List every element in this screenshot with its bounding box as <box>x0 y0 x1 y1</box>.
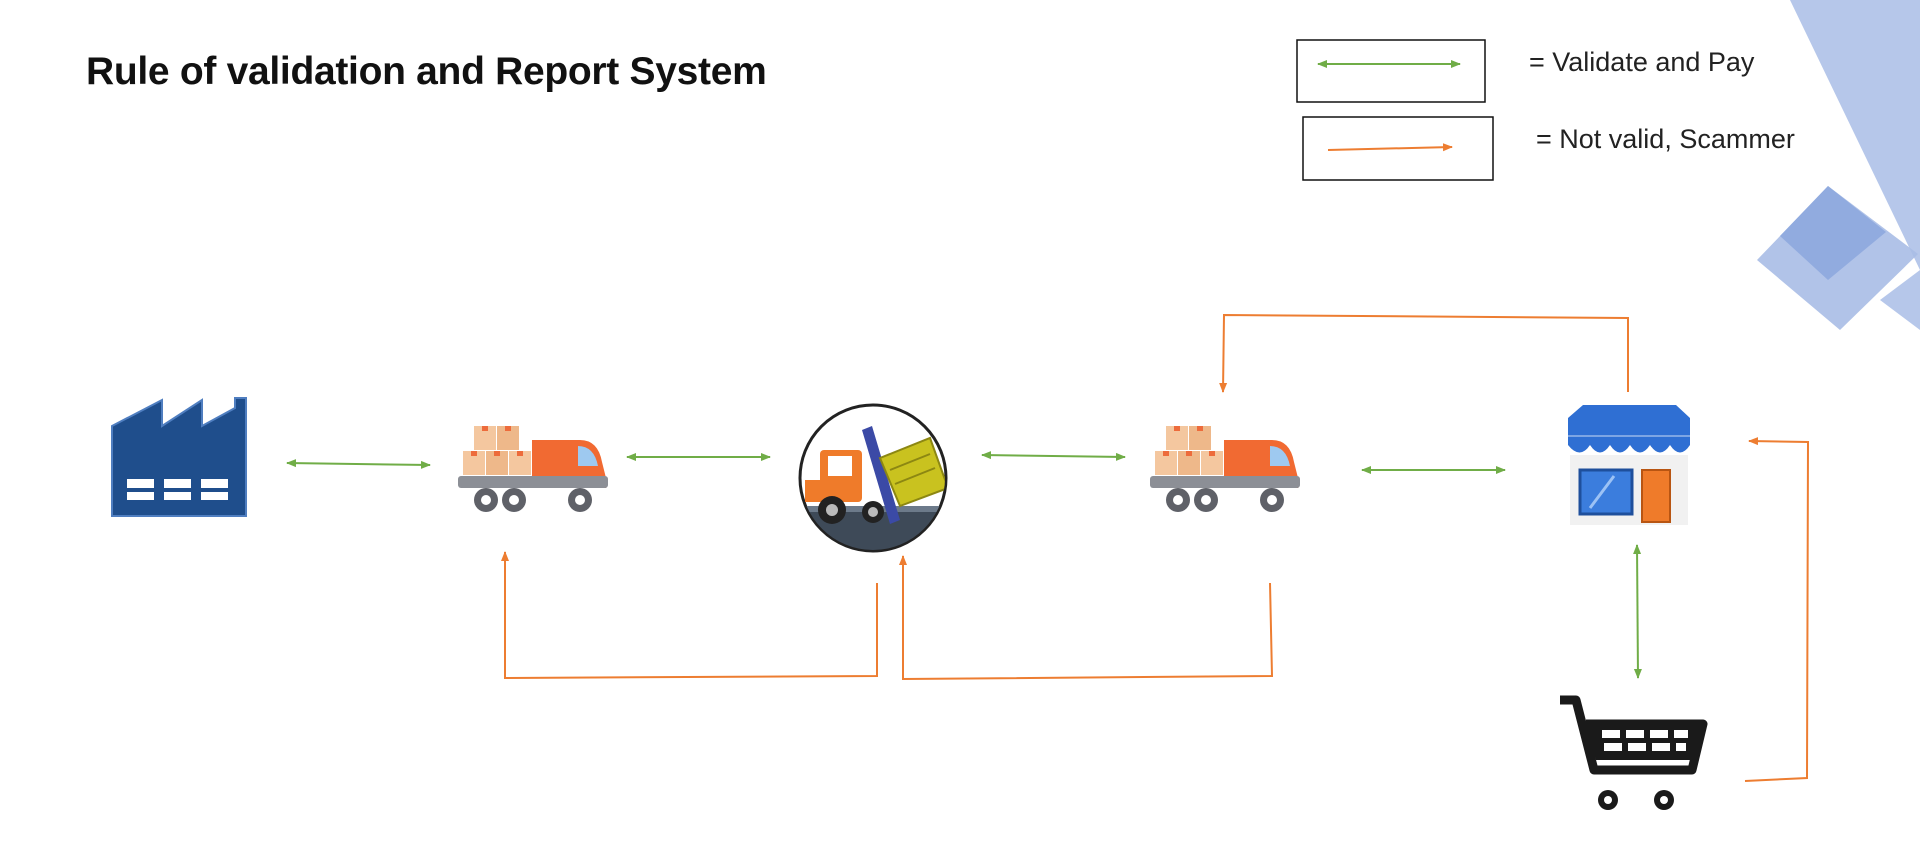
edge-warehouse-truck2 <box>981 451 1126 461</box>
legend-valid-label: = Validate and Pay <box>1529 47 1755 77</box>
truck-icon-1 <box>458 426 608 512</box>
legend <box>1296 39 1494 181</box>
forklift-icon <box>798 403 948 553</box>
shopping-cart-icon <box>1560 695 1708 810</box>
edge-store-cart <box>1633 544 1642 679</box>
truck-icon-2 <box>1150 426 1300 512</box>
edge-factory-truck1 <box>286 459 431 469</box>
legend-invalid-label: = Not valid, Scammer <box>1536 124 1795 154</box>
edge-cart-report-store <box>1744 437 1810 782</box>
edge-truck2-report-warehouse <box>899 555 1274 681</box>
factory-icon <box>111 397 247 517</box>
valid-edges <box>286 451 1642 679</box>
corner-decoration <box>1757 0 1920 330</box>
invalid-edges <box>501 313 1810 782</box>
page-title: Rule of validation and Report System <box>86 50 767 93</box>
storefront-icon <box>1568 405 1690 525</box>
edge-store-report-truck2 <box>1219 313 1629 393</box>
legend-invalid-arrow <box>1327 143 1453 152</box>
edge-warehouse-report-truck1 <box>501 551 878 680</box>
legend-valid-box <box>1296 39 1486 103</box>
